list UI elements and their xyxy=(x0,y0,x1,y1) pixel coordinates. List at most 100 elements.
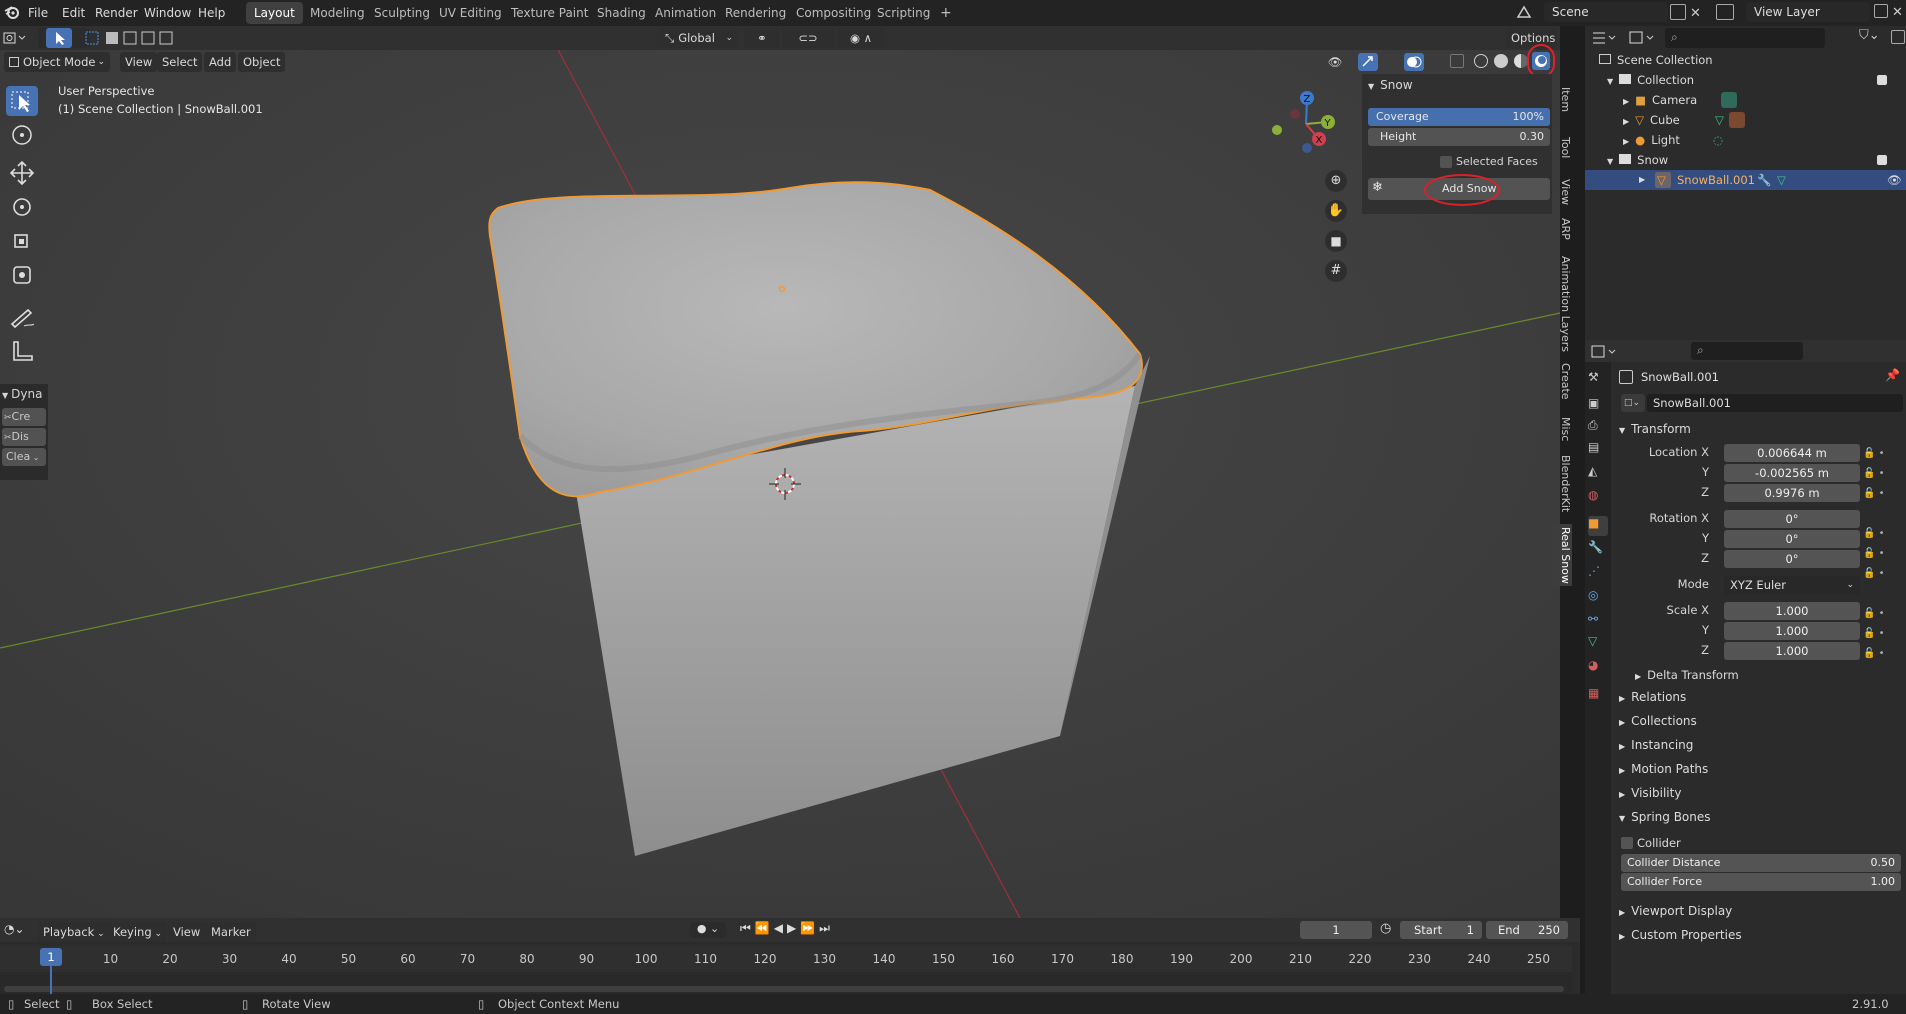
transform-orientation-dropdown[interactable]: ⤡ Global ⌄ xyxy=(660,28,738,48)
tab-view[interactable]: View xyxy=(1552,174,1572,210)
outliner-search-input[interactable]: ⌕ xyxy=(1665,28,1825,48)
tab-real-snow[interactable]: Real Snow xyxy=(1552,524,1572,586)
timeline-menu-playback[interactable]: Playback ⌄ xyxy=(38,922,110,942)
solid-shading-icon[interactable] xyxy=(1494,54,1508,68)
exclude-checkbox[interactable] xyxy=(1877,155,1887,165)
rotation-z-field[interactable]: 0° xyxy=(1724,550,1860,568)
outliner-row-light[interactable]: ▶●Light ◌ 👁 xyxy=(1623,130,1903,150)
snap-icon[interactable]: ⊂⊃ xyxy=(782,28,834,48)
zoom-icon[interactable]: ⊕ xyxy=(1325,170,1347,192)
rotation-x-field[interactable]: 0° xyxy=(1724,510,1860,528)
3d-viewport[interactable]: User Perspective (1) Scene Collection | … xyxy=(0,36,1560,918)
delete-scene-icon[interactable]: ✕ xyxy=(1690,6,1701,21)
location-y-field[interactable]: -0.002565 m xyxy=(1724,464,1860,482)
rotation-y-field[interactable]: 0° xyxy=(1724,530,1860,548)
select-tool-mode-button[interactable] xyxy=(46,28,72,48)
object-name-field[interactable]: SnowBall.001 xyxy=(1647,394,1903,412)
scale-tool-icon[interactable] xyxy=(6,226,38,256)
filter-icon[interactable]: ⛉⌄ xyxy=(1859,28,1889,48)
current-frame-field[interactable]: 1 xyxy=(1300,921,1372,939)
tab-blenderkit[interactable]: BlenderKit xyxy=(1552,454,1572,514)
tab-item[interactable]: Item xyxy=(1552,82,1572,118)
dyna-clear-dropdown[interactable]: Clea ⌄ xyxy=(2,448,46,466)
overlays-icon[interactable] xyxy=(1404,53,1424,71)
timeline-scrollbar[interactable] xyxy=(4,986,1564,992)
tab-texture-paint[interactable]: Texture Paint xyxy=(503,2,596,24)
new-collection-icon[interactable] xyxy=(1891,30,1905,44)
object-browse-icon[interactable]: □⌄ xyxy=(1621,394,1645,412)
blender-logo-icon[interactable] xyxy=(4,4,20,20)
viewport-menu-view[interactable]: View xyxy=(120,52,158,72)
xray-icon[interactable] xyxy=(1450,54,1464,68)
location-x-field[interactable]: 0.006644 m xyxy=(1724,444,1860,462)
timeline-menu-view[interactable]: View xyxy=(168,922,206,942)
collections-header[interactable]: ▶ Collections xyxy=(1619,710,1697,732)
outliner-row-cube[interactable]: ▶▽Cube ▽ 👁 xyxy=(1623,110,1903,130)
visibility-header[interactable]: ▶ Visibility xyxy=(1619,782,1681,804)
visibility-icon[interactable]: 👁 xyxy=(1320,52,1350,72)
outliner-row-snowball[interactable]: ▶ ▽ SnowBall.001 🔧 ▽ 👁 xyxy=(1585,170,1906,190)
instancing-header[interactable]: ▶ Instancing xyxy=(1619,734,1693,756)
select-mode-icons[interactable] xyxy=(84,29,178,47)
scene-icon[interactable] xyxy=(1516,3,1532,21)
dyna-dissolve-button[interactable]: ✂Dis xyxy=(2,428,46,446)
cursor-tool-icon[interactable] xyxy=(6,120,38,150)
collider-force-field[interactable]: Collider Force 1.00 xyxy=(1621,873,1901,891)
height-field[interactable]: Height 0.30 xyxy=(1368,128,1550,146)
collider-distance-field[interactable]: Collider Distance 0.50 xyxy=(1621,854,1901,872)
tab-animation-layers[interactable]: Animation Layers xyxy=(1552,254,1572,354)
start-frame-field[interactable]: Start 1 xyxy=(1400,921,1482,939)
tab-rendering[interactable]: Rendering xyxy=(717,2,794,24)
mode-dropdown[interactable]: Object Mode ⌄ xyxy=(4,52,110,72)
tab-tool[interactable]: Tool xyxy=(1552,130,1572,166)
wireframe-shading-icon[interactable] xyxy=(1474,54,1488,68)
viewport-menu-object[interactable]: Object xyxy=(238,52,286,72)
selected-faces-checkbox[interactable] xyxy=(1440,156,1452,168)
auto-keying-icon[interactable]: ● ⌄ xyxy=(690,922,726,938)
playhead-frame-indicator[interactable]: 1 xyxy=(40,948,62,966)
properties-editor-type-icon[interactable] xyxy=(1589,342,1623,362)
outliner-row-snow[interactable]: ▼Snow 👁 xyxy=(1607,150,1903,170)
transform-tool-icon[interactable] xyxy=(6,260,38,290)
tab-shading[interactable]: Shading xyxy=(589,2,654,24)
navigation-gizmo[interactable]: Z Y X xyxy=(1266,86,1340,160)
texture-properties-icon[interactable]: ▦ xyxy=(1588,686,1608,706)
properties-search-input[interactable]: ⌕ xyxy=(1691,342,1803,360)
viewport-menu-select[interactable]: Select xyxy=(157,52,203,72)
outliner-editor-type-icon[interactable] xyxy=(1589,28,1623,48)
rotate-tool-icon[interactable] xyxy=(6,192,38,222)
coverage-slider[interactable]: Coverage 100% xyxy=(1368,108,1550,126)
editor-type-icon[interactable] xyxy=(3,30,33,46)
exclude-checkbox[interactable] xyxy=(1877,75,1887,85)
scale-y-field[interactable]: 1.000 xyxy=(1724,622,1860,640)
tab-uv-editing[interactable]: UV Editing xyxy=(431,2,510,24)
viewport-display-header[interactable]: ▶ Viewport Display xyxy=(1619,900,1732,922)
dyna-create-button[interactable]: ✂Cre xyxy=(2,408,46,426)
eye-icon[interactable]: 👁 xyxy=(1887,170,1902,190)
menu-file[interactable]: File xyxy=(22,4,54,22)
relations-header[interactable]: ▶ Relations xyxy=(1619,686,1686,708)
collider-checkbox[interactable] xyxy=(1621,837,1633,849)
add-workspace-button[interactable]: + xyxy=(932,2,960,24)
menu-help[interactable]: Help xyxy=(192,4,231,22)
outliner-row-collection[interactable]: ▼Collection 👁 xyxy=(1607,70,1903,90)
menu-edit[interactable]: Edit xyxy=(56,4,91,22)
tab-sculpting[interactable]: Sculpting xyxy=(366,2,438,24)
menu-render[interactable]: Render xyxy=(89,4,144,22)
grid-perspective-icon[interactable]: # xyxy=(1325,260,1347,282)
lock-icons-column[interactable]: 🔓 • 🔓 • 🔓 • 🔓 • 🔓 • 🔓 • 🔓 • 🔓 • 🔓 • xyxy=(1863,444,1903,662)
tab-animation[interactable]: Animation xyxy=(647,2,724,24)
view-layer-field[interactable]: View Layer xyxy=(1746,2,1870,22)
clock-icon[interactable]: ◷ xyxy=(1380,921,1398,939)
gizmo-toggle-icon[interactable] xyxy=(1358,53,1378,71)
tab-compositing[interactable]: Compositing xyxy=(788,2,879,24)
motion-paths-header[interactable]: ▶ Motion Paths xyxy=(1619,758,1708,780)
transform-panel-header[interactable]: ▼ Transform xyxy=(1619,418,1691,440)
playback-controls[interactable]: ⏮⏪◀▶⏩⏭ xyxy=(740,921,850,939)
render-properties-icon[interactable]: ▣ xyxy=(1588,396,1608,416)
rotation-mode-dropdown[interactable]: XYZ Euler ⌄ xyxy=(1724,576,1860,594)
scale-z-field[interactable]: 1.000 xyxy=(1724,642,1860,660)
custom-properties-header[interactable]: ▶ Custom Properties xyxy=(1619,924,1742,946)
end-frame-field[interactable]: End 250 xyxy=(1486,921,1568,939)
delta-transform-header[interactable]: ▶ Delta Transform xyxy=(1635,664,1739,686)
